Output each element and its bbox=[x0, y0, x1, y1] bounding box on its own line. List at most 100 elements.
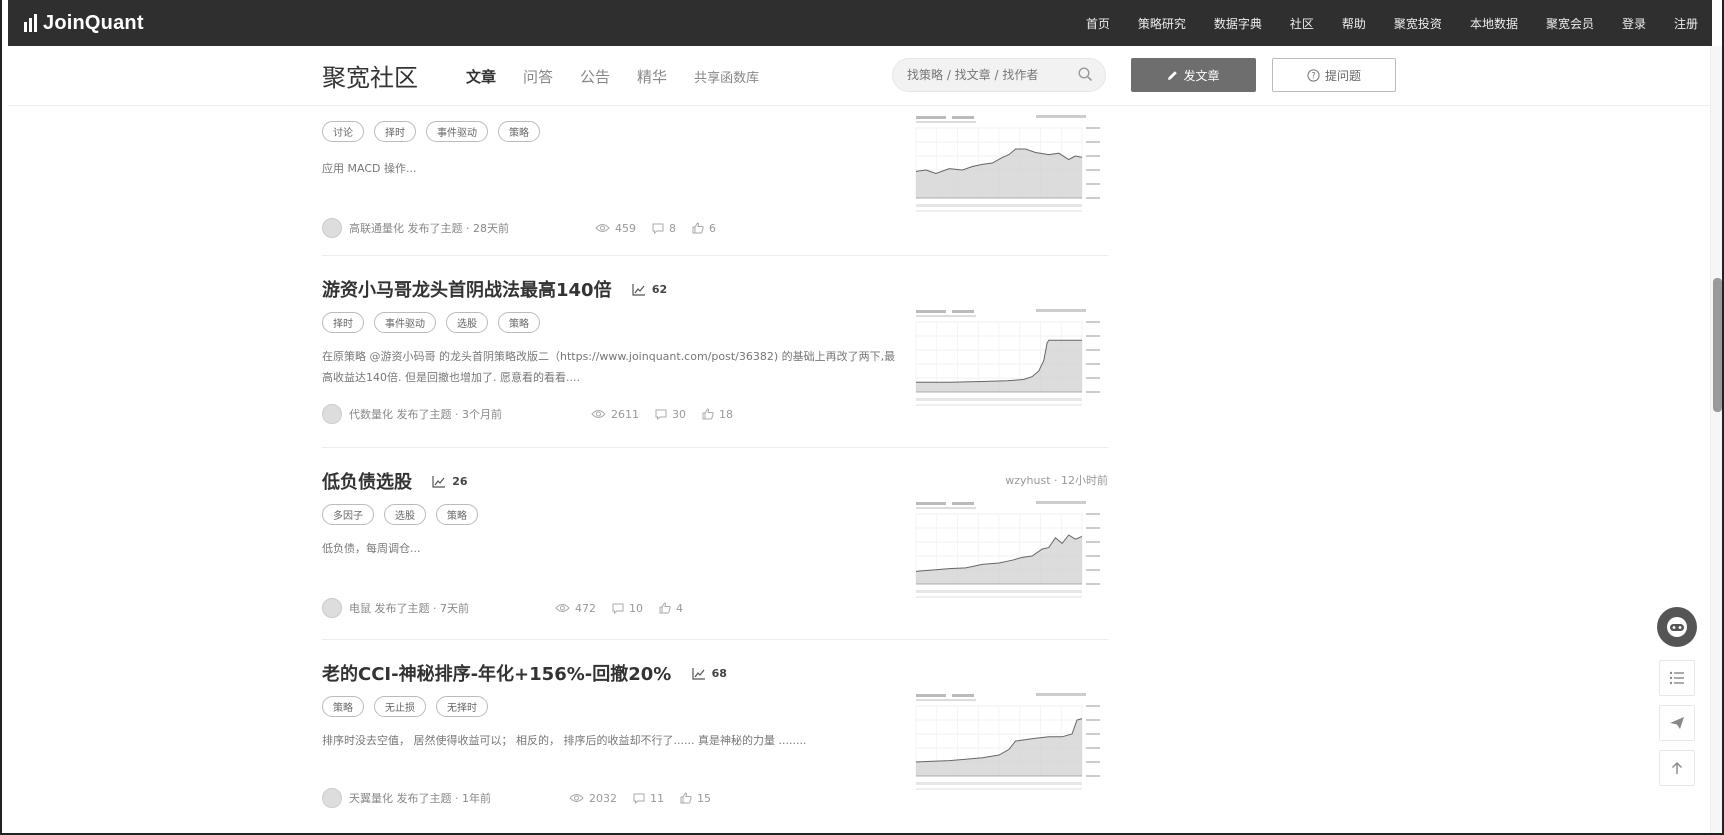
eye-icon bbox=[591, 410, 606, 418]
chart-legend-mark bbox=[952, 694, 974, 697]
author-avatar[interactable] bbox=[322, 218, 342, 238]
comment-count-value: 11 bbox=[650, 791, 664, 805]
search-icon[interactable] bbox=[1078, 67, 1093, 86]
chart-y-tick bbox=[1086, 775, 1100, 777]
article-title[interactable]: 低负债选股 26 bbox=[322, 468, 468, 494]
trend-score-value: 68 bbox=[711, 667, 727, 680]
chart-legend-mark bbox=[952, 310, 974, 313]
tab-qa[interactable]: 问答 bbox=[523, 66, 553, 87]
chart-y-tick bbox=[1086, 719, 1100, 721]
chart-legend-mark bbox=[952, 116, 974, 119]
nav-community[interactable]: 社区 bbox=[1290, 15, 1314, 32]
tag[interactable]: 选股 bbox=[384, 504, 426, 525]
search-box[interactable] bbox=[892, 58, 1106, 92]
comment-count[interactable]: 10 bbox=[612, 602, 643, 615]
nav-login[interactable]: 登录 bbox=[1622, 15, 1646, 32]
comment-count[interactable]: 8 bbox=[652, 222, 676, 235]
chart-y-tick bbox=[1086, 513, 1100, 515]
article-meta: 天翼量化 发布了主题 · 1年前 2032 11 15 bbox=[322, 788, 711, 808]
view-count-value: 472 bbox=[575, 601, 596, 615]
comment-icon bbox=[652, 223, 664, 234]
nav-register[interactable]: 注册 bbox=[1674, 15, 1698, 32]
chart-y-tick bbox=[1086, 169, 1100, 171]
author-line: 代数量化 发布了主题 · 3个月前 bbox=[349, 408, 502, 421]
chart-y-tick bbox=[1086, 155, 1100, 157]
scrollbar-thumb[interactable] bbox=[1713, 278, 1722, 412]
nav-strategy-research[interactable]: 策略研究 bbox=[1138, 15, 1186, 32]
tag[interactable]: 讨论 bbox=[322, 121, 364, 142]
assistant-avatar-button[interactable] bbox=[1657, 607, 1697, 647]
tab-featured[interactable]: 精华 bbox=[637, 66, 667, 87]
article-excerpt: 低负债，每周调仓... bbox=[322, 542, 421, 555]
chart-y-tick bbox=[1086, 733, 1100, 735]
tag[interactable]: 事件驱动 bbox=[374, 312, 436, 333]
chart-header-mark bbox=[1036, 309, 1086, 312]
nav-local-data[interactable]: 本地数据 bbox=[1470, 15, 1518, 32]
like-count[interactable]: 6 bbox=[692, 222, 716, 235]
article-feed: 讨论 择时 事件驱动 策略 应用 MACD 操作... 高联通量化 发布了主题 … bbox=[322, 106, 1108, 830]
tag[interactable]: 无择时 bbox=[436, 696, 488, 717]
nav-data-dictionary[interactable]: 数据字典 bbox=[1214, 15, 1262, 32]
last-reply[interactable]: wzyhust · 12小时前 bbox=[1005, 472, 1108, 488]
chart-legend-mark bbox=[952, 502, 974, 505]
post-article-button[interactable]: 发文章 bbox=[1131, 58, 1256, 92]
chart-y-tick bbox=[1086, 377, 1100, 379]
tab-announcements[interactable]: 公告 bbox=[580, 66, 610, 87]
comment-count-value: 30 bbox=[672, 407, 686, 421]
chart-range-bar bbox=[916, 398, 1082, 401]
chart-legend-mark bbox=[916, 694, 946, 697]
joinquant-logo[interactable]: JoinQuant bbox=[24, 12, 144, 35]
view-count-value: 2032 bbox=[589, 791, 617, 805]
comment-count-value: 8 bbox=[669, 221, 676, 235]
nav-membership[interactable]: 聚宽会员 bbox=[1546, 15, 1594, 32]
tab-shared-library[interactable]: 共享函数库 bbox=[694, 67, 759, 86]
like-count[interactable]: 15 bbox=[680, 792, 711, 805]
view-count-value: 2611 bbox=[611, 407, 639, 421]
tag-list: 讨论 择时 事件驱动 策略 bbox=[322, 121, 550, 142]
article-title-text: 低负债选股 bbox=[322, 472, 412, 493]
article-excerpt: 排序时没去空值， 居然使得收益可以； 相反的， 排序后的收益却不行了......… bbox=[322, 734, 807, 747]
tag[interactable]: 策略 bbox=[436, 504, 478, 525]
tag[interactable]: 策略 bbox=[498, 312, 540, 333]
author-avatar[interactable] bbox=[322, 404, 342, 424]
tag[interactable]: 策略 bbox=[498, 121, 540, 142]
author-avatar[interactable] bbox=[322, 598, 342, 618]
tag[interactable]: 策略 bbox=[322, 696, 364, 717]
trend-score: 68 bbox=[691, 667, 727, 680]
post-article-label: 发文章 bbox=[1183, 68, 1220, 83]
article-card[interactable]: 老的CCI-神秘排序-年化+156%-回撤20% 68 策略 无止损 无择时 排… bbox=[322, 640, 1108, 830]
tag[interactable]: 无止损 bbox=[374, 696, 426, 717]
comment-count[interactable]: 30 bbox=[655, 408, 686, 421]
article-title-text: 游资小马哥龙头首阴战法最高140倍 bbox=[322, 280, 612, 301]
article-card[interactable]: 讨论 择时 事件驱动 策略 应用 MACD 操作... 高联通量化 发布了主题 … bbox=[322, 106, 1108, 256]
tag[interactable]: 择时 bbox=[374, 121, 416, 142]
tag[interactable]: 选股 bbox=[446, 312, 488, 333]
ask-question-button[interactable]: ? 提问题 bbox=[1272, 58, 1396, 92]
chart-y-tick bbox=[1086, 197, 1100, 199]
chart-y-tick bbox=[1086, 541, 1100, 543]
article-card[interactable]: 低负债选股 26 wzyhust · 12小时前 多因子 选股 策略 低负债，每… bbox=[322, 448, 1108, 640]
nav-help[interactable]: 帮助 bbox=[1342, 15, 1366, 32]
chart-y-tick bbox=[1086, 705, 1100, 707]
top-navbar: JoinQuant 首页 策略研究 数据字典 社区 帮助 聚宽投资 本地数据 聚… bbox=[8, 0, 1712, 46]
comment-count[interactable]: 11 bbox=[633, 792, 664, 805]
tab-articles[interactable]: 文章 bbox=[466, 66, 496, 87]
scrollbar-track[interactable] bbox=[1710, 46, 1722, 833]
article-title[interactable]: 老的CCI-神秘排序-年化+156%-回撤20% 68 bbox=[322, 660, 727, 686]
nav-home[interactable]: 首页 bbox=[1086, 15, 1110, 32]
tag[interactable]: 多因子 bbox=[322, 504, 374, 525]
nav-invest[interactable]: 聚宽投资 bbox=[1394, 15, 1442, 32]
back-to-top-button[interactable] bbox=[1659, 750, 1695, 786]
chart-y-tick bbox=[1086, 555, 1100, 557]
list-menu-button[interactable] bbox=[1659, 660, 1695, 696]
search-input[interactable] bbox=[907, 68, 1077, 82]
tag[interactable]: 择时 bbox=[322, 312, 364, 333]
send-feedback-button[interactable] bbox=[1659, 705, 1695, 741]
article-card[interactable]: 游资小马哥龙头首阴战法最高140倍 62 择时 事件驱动 选股 策略 在原策略 … bbox=[322, 256, 1108, 448]
like-count[interactable]: 4 bbox=[659, 602, 683, 615]
author-avatar[interactable] bbox=[322, 788, 342, 808]
like-count[interactable]: 18 bbox=[702, 408, 733, 421]
article-title[interactable]: 游资小马哥龙头首阴战法最高140倍 62 bbox=[322, 276, 667, 302]
article-meta: 代数量化 发布了主题 · 3个月前 2611 30 18 bbox=[322, 404, 733, 424]
tag[interactable]: 事件驱动 bbox=[426, 121, 488, 142]
